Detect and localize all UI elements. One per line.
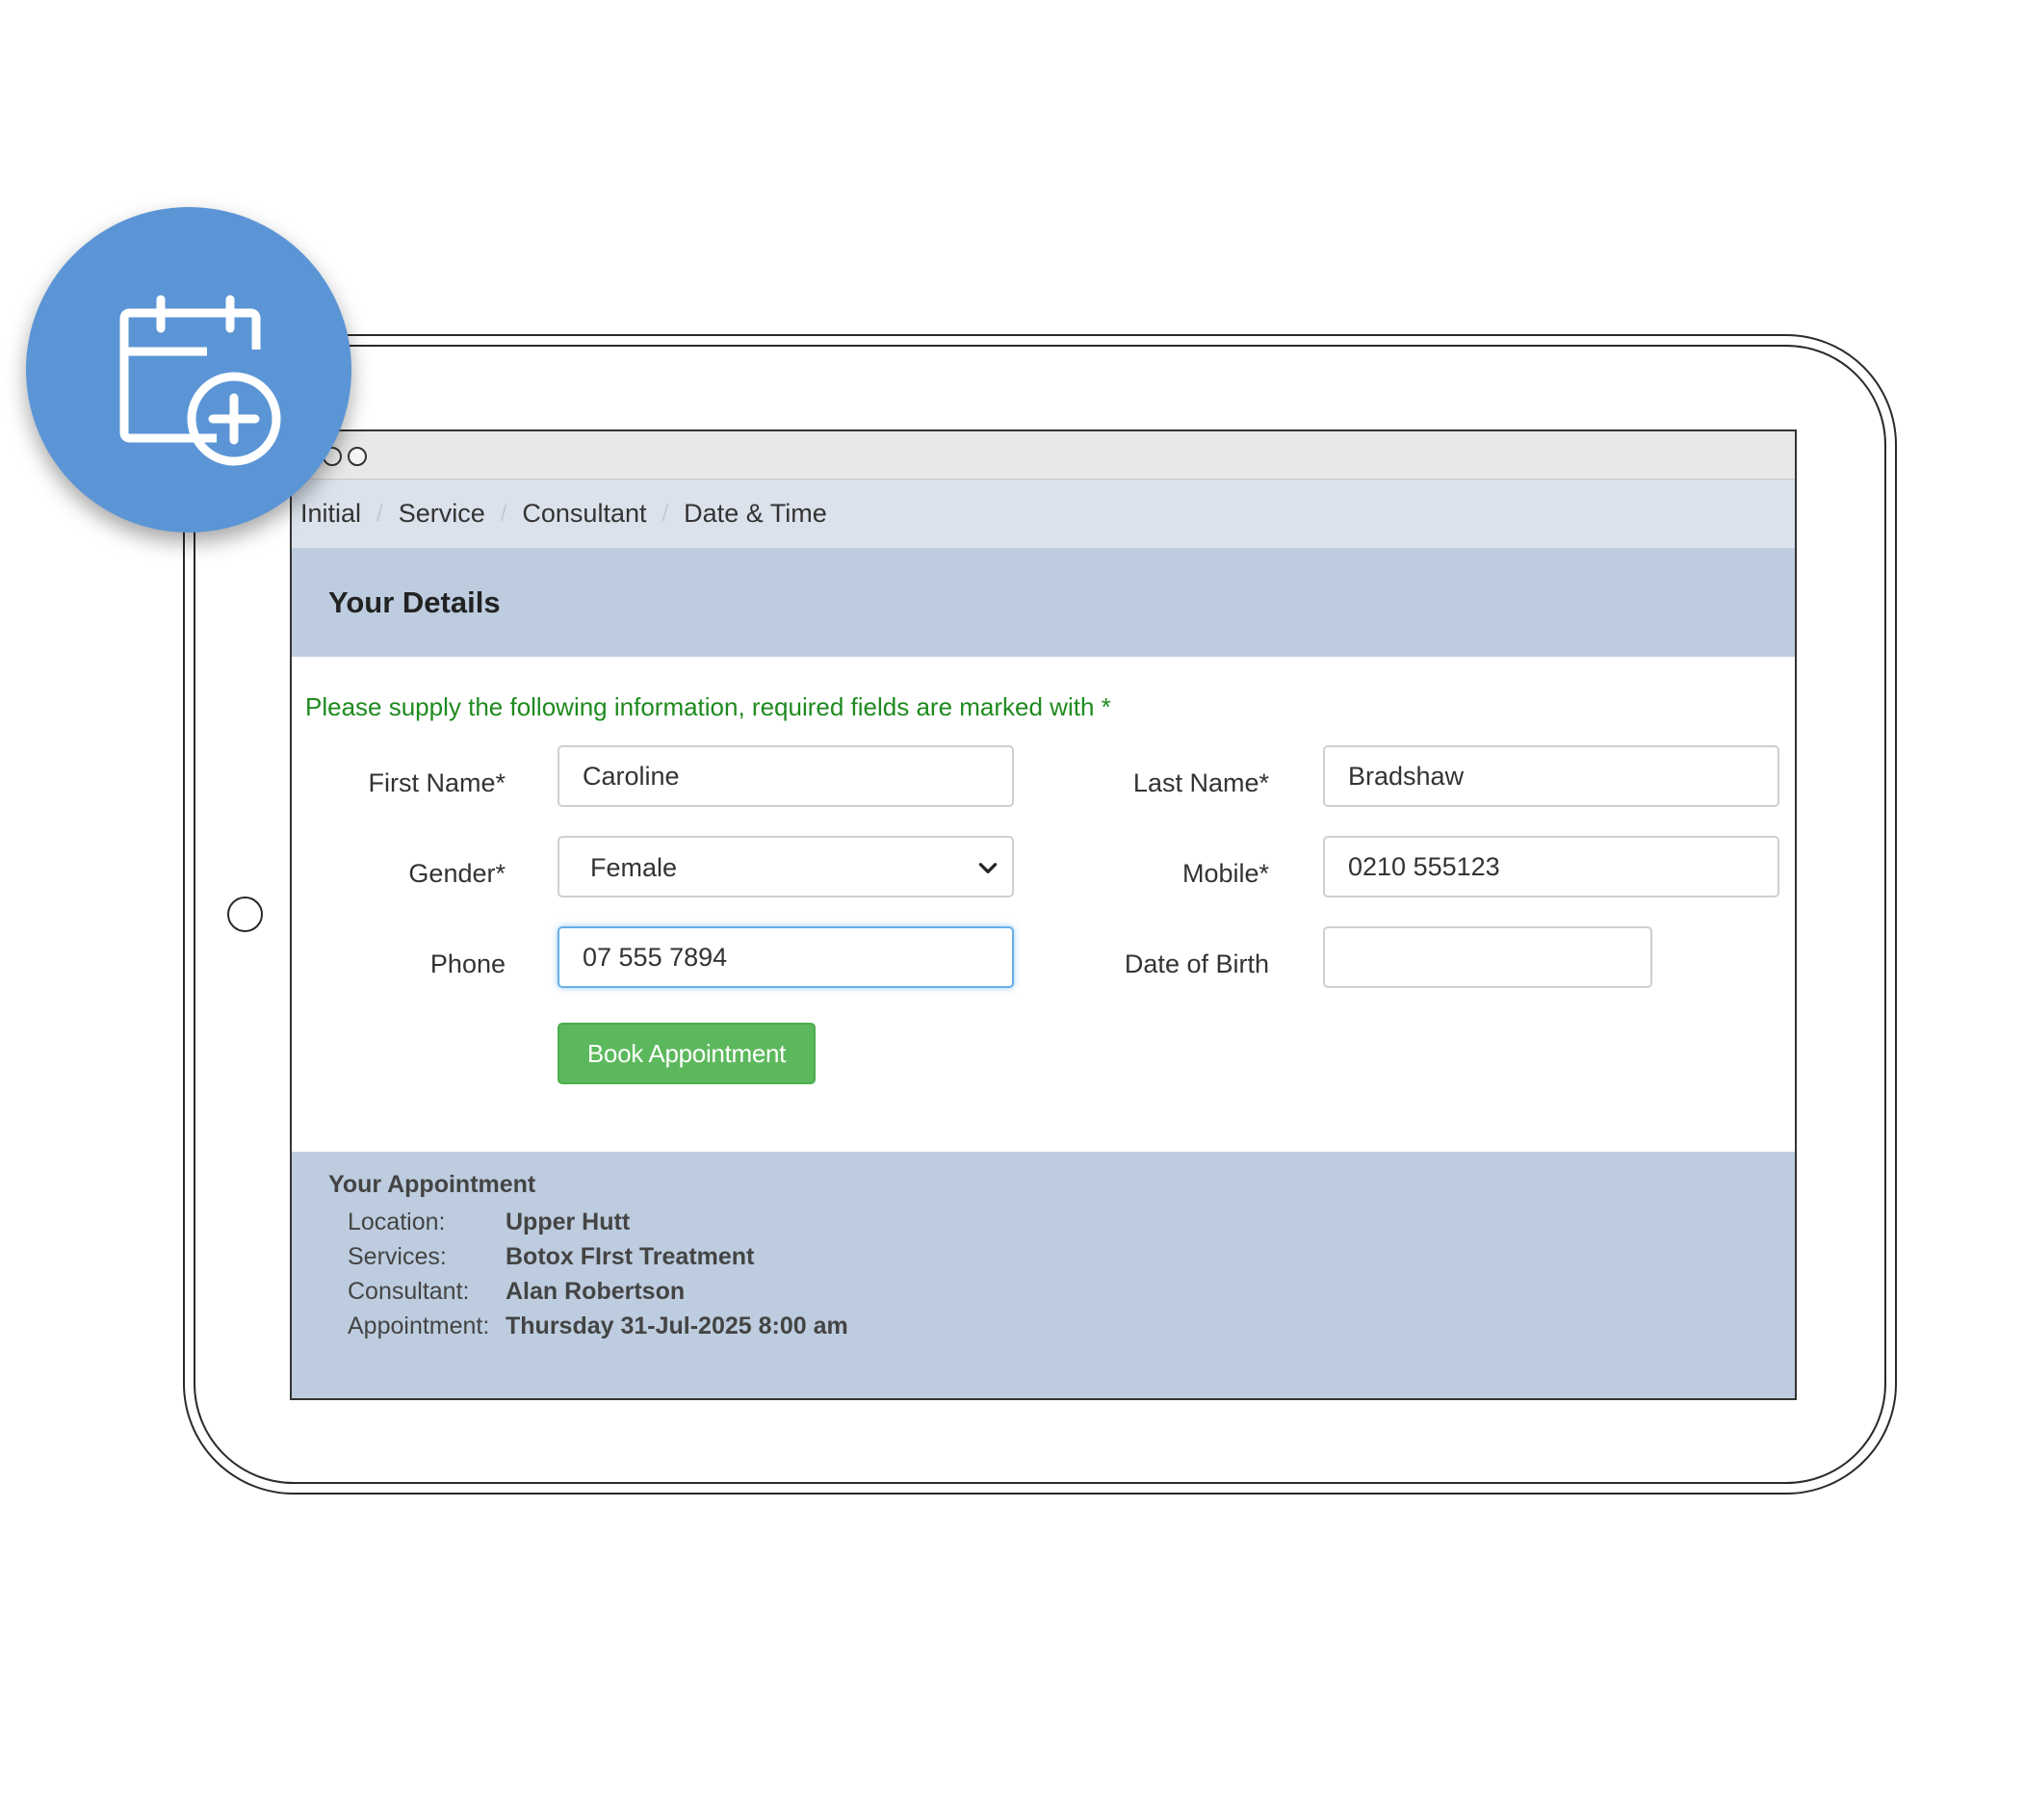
mobile-label: Mobile*	[1181, 859, 1269, 888]
appointment-title: Your Appointment	[328, 1171, 536, 1198]
appointment-row-services: Services: Botox FIrst Treatment	[328, 1239, 1795, 1274]
book-appointment-button[interactable]: Book Appointment	[558, 1023, 816, 1084]
dob-label: Date of Birth	[1124, 949, 1269, 978]
appointment-services-label: Services:	[348, 1242, 447, 1270]
first-name-label: First Name*	[368, 768, 506, 797]
appointment-time-label: Appointment:	[348, 1312, 490, 1339]
phone-input[interactable]	[558, 926, 1014, 988]
tablet-home-button	[227, 897, 263, 932]
page-title: Your Details	[328, 585, 501, 619]
breadcrumb-separator: /	[662, 500, 669, 527]
breadcrumb-separator: /	[500, 500, 507, 527]
appointment-services-value: Botox FIrst Treatment	[506, 1242, 755, 1270]
window-dot-maximize[interactable]	[348, 447, 367, 466]
appointment-row-time: Appointment: Thursday 31-Jul-2025 8:00 a…	[328, 1309, 1795, 1343]
mobile-input[interactable]	[1323, 836, 1779, 897]
appointment-consultant-label: Consultant:	[348, 1277, 470, 1305]
browser-window: Initial / Service / Consultant / Date & …	[290, 429, 1797, 1400]
first-name-input[interactable]	[558, 745, 1014, 807]
appointment-consultant-value: Alan Robertson	[506, 1277, 686, 1305]
breadcrumb: Initial / Service / Consultant / Date & …	[292, 480, 1795, 548]
appointment-summary: Your Appointment Location: Upper Hutt Se…	[292, 1152, 1795, 1398]
appointment-row-consultant: Consultant: Alan Robertson	[328, 1274, 1795, 1309]
breadcrumb-separator: /	[376, 500, 383, 527]
breadcrumb-item-initial[interactable]: Initial	[300, 499, 361, 529]
form-instruction: Please supply the following information,…	[305, 692, 1111, 721]
calendar-badge	[26, 207, 351, 533]
breadcrumb-item-consultant[interactable]: Consultant	[522, 499, 646, 529]
phone-label: Phone	[429, 949, 506, 978]
gender-label: Gender*	[408, 859, 506, 888]
gender-select-value: Female	[590, 853, 678, 882]
calendar-add-icon	[119, 295, 281, 466]
appointment-location-label: Location:	[348, 1208, 446, 1235]
last-name-label: Last Name*	[1132, 768, 1269, 797]
chevron-down-icon	[978, 863, 998, 873]
appointment-row-location: Location: Upper Hutt	[328, 1205, 1795, 1239]
appointment-time-value: Thursday 31-Jul-2025 8:00 am	[506, 1312, 848, 1339]
appointment-location-value: Upper Hutt	[506, 1208, 631, 1235]
gender-select[interactable]: Female	[558, 836, 1014, 897]
breadcrumb-item-date-time[interactable]: Date & Time	[684, 499, 827, 529]
date-of-birth-input[interactable]	[1323, 926, 1652, 988]
window-titlebar	[292, 431, 1795, 480]
last-name-input[interactable]	[1323, 745, 1779, 807]
breadcrumb-item-service[interactable]: Service	[399, 499, 485, 529]
details-header: Your Details	[292, 548, 1795, 657]
